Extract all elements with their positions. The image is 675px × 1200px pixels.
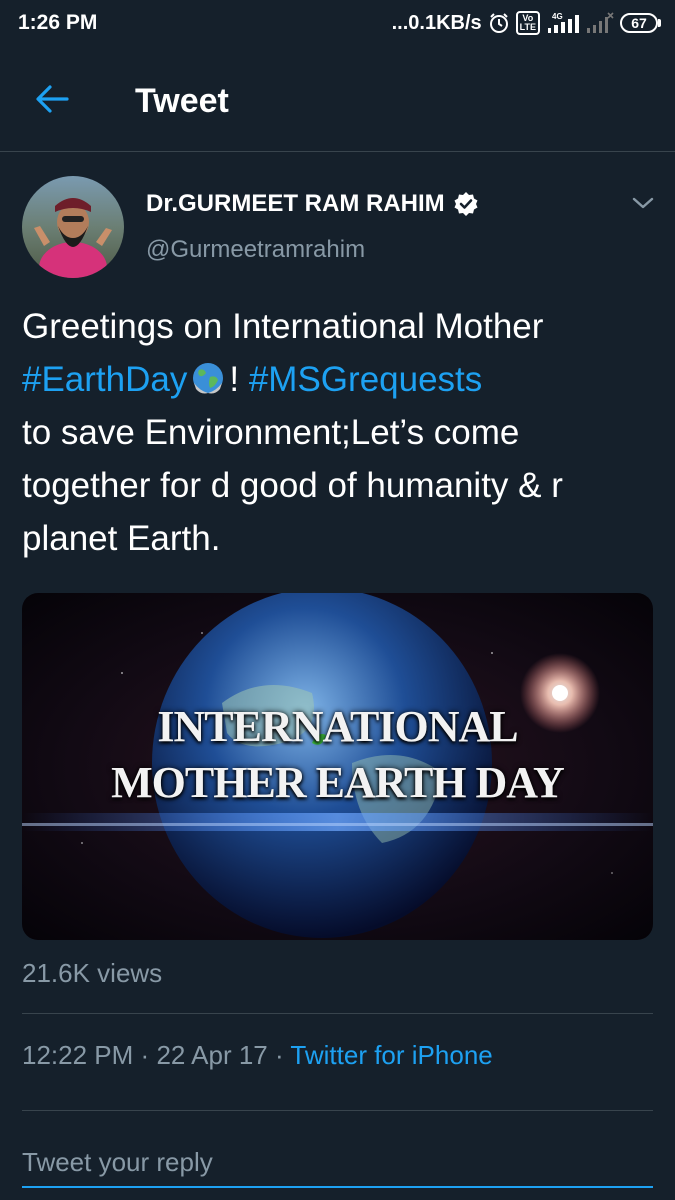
tweet-detail-screen: 1:26 PM ...0.1KB/s Vo LTE 4G 67 Tweet Dr… (0, 0, 675, 1200)
verified-badge-icon (454, 192, 478, 216)
view-count: 21.6K views (22, 958, 163, 988)
page-title: Tweet (135, 82, 229, 120)
hashtag-msgrequests[interactable]: #MSGrequests (249, 360, 482, 399)
tweet-meta: 12:22 PM · 22 Apr 17 · Twitter for iPhon… (22, 1040, 493, 1071)
author-handle[interactable]: @Gurmeetramrahim (146, 236, 365, 264)
battery-level: 67 (631, 15, 647, 31)
tweet-text: Greetings on International Mother #Earth… (22, 300, 654, 565)
net-speed: ...0.1KB/s (391, 11, 482, 34)
author-name: Dr.GURMEET RAM RAHIM (146, 190, 445, 217)
chevron-down-icon (632, 197, 654, 209)
status-time: 1:26 PM (18, 11, 98, 34)
hashtag-earthday[interactable]: #EarthDay (22, 360, 187, 399)
media-title-line-2: MOTHER EARTH DAY (111, 758, 565, 807)
divider (22, 1013, 653, 1014)
tweet-text-part-2: ! (229, 360, 240, 399)
tweet-time: 12:22 PM (22, 1040, 134, 1070)
alarm-icon (489, 13, 508, 33)
status-icons: ...0.1KB/s Vo LTE 4G 67 (392, 11, 661, 35)
battery-icon: 67 (620, 13, 661, 33)
media-title-line-1: INTERNATIONAL (157, 702, 518, 751)
tweet-text-part-1: Greetings on International Mother (22, 307, 544, 346)
tweet-source-link[interactable]: Twitter for iPhone (290, 1040, 492, 1070)
back-button[interactable] (34, 84, 70, 114)
tweet-media-video[interactable]: INTERNATIONAL MOTHER EARTH DAY (22, 593, 653, 940)
meta-separator: · (140, 1040, 150, 1070)
globe-emoji-icon (193, 363, 224, 394)
tweet-options-button[interactable] (628, 188, 658, 218)
signal-icon: 4G (548, 12, 579, 33)
avatar[interactable] (22, 176, 124, 278)
divider (22, 1110, 653, 1111)
top-app-bar: Tweet (0, 46, 675, 152)
tweet-text-part-3: to save Environment;Let’s come together … (22, 413, 563, 558)
status-bar: 1:26 PM ...0.1KB/s Vo LTE 4G 67 (0, 0, 675, 46)
network-type-label: 4G (552, 12, 563, 21)
author-name-row[interactable]: Dr.GURMEET RAM RAHIM (146, 190, 479, 218)
volte-icon: Vo LTE (515, 11, 540, 35)
arrow-left-icon (36, 85, 69, 113)
tweet-date: 22 Apr 17 (156, 1040, 268, 1070)
signal-no-service-icon (587, 12, 614, 33)
meta-separator: · (274, 1040, 284, 1070)
reply-input[interactable] (22, 1138, 653, 1188)
